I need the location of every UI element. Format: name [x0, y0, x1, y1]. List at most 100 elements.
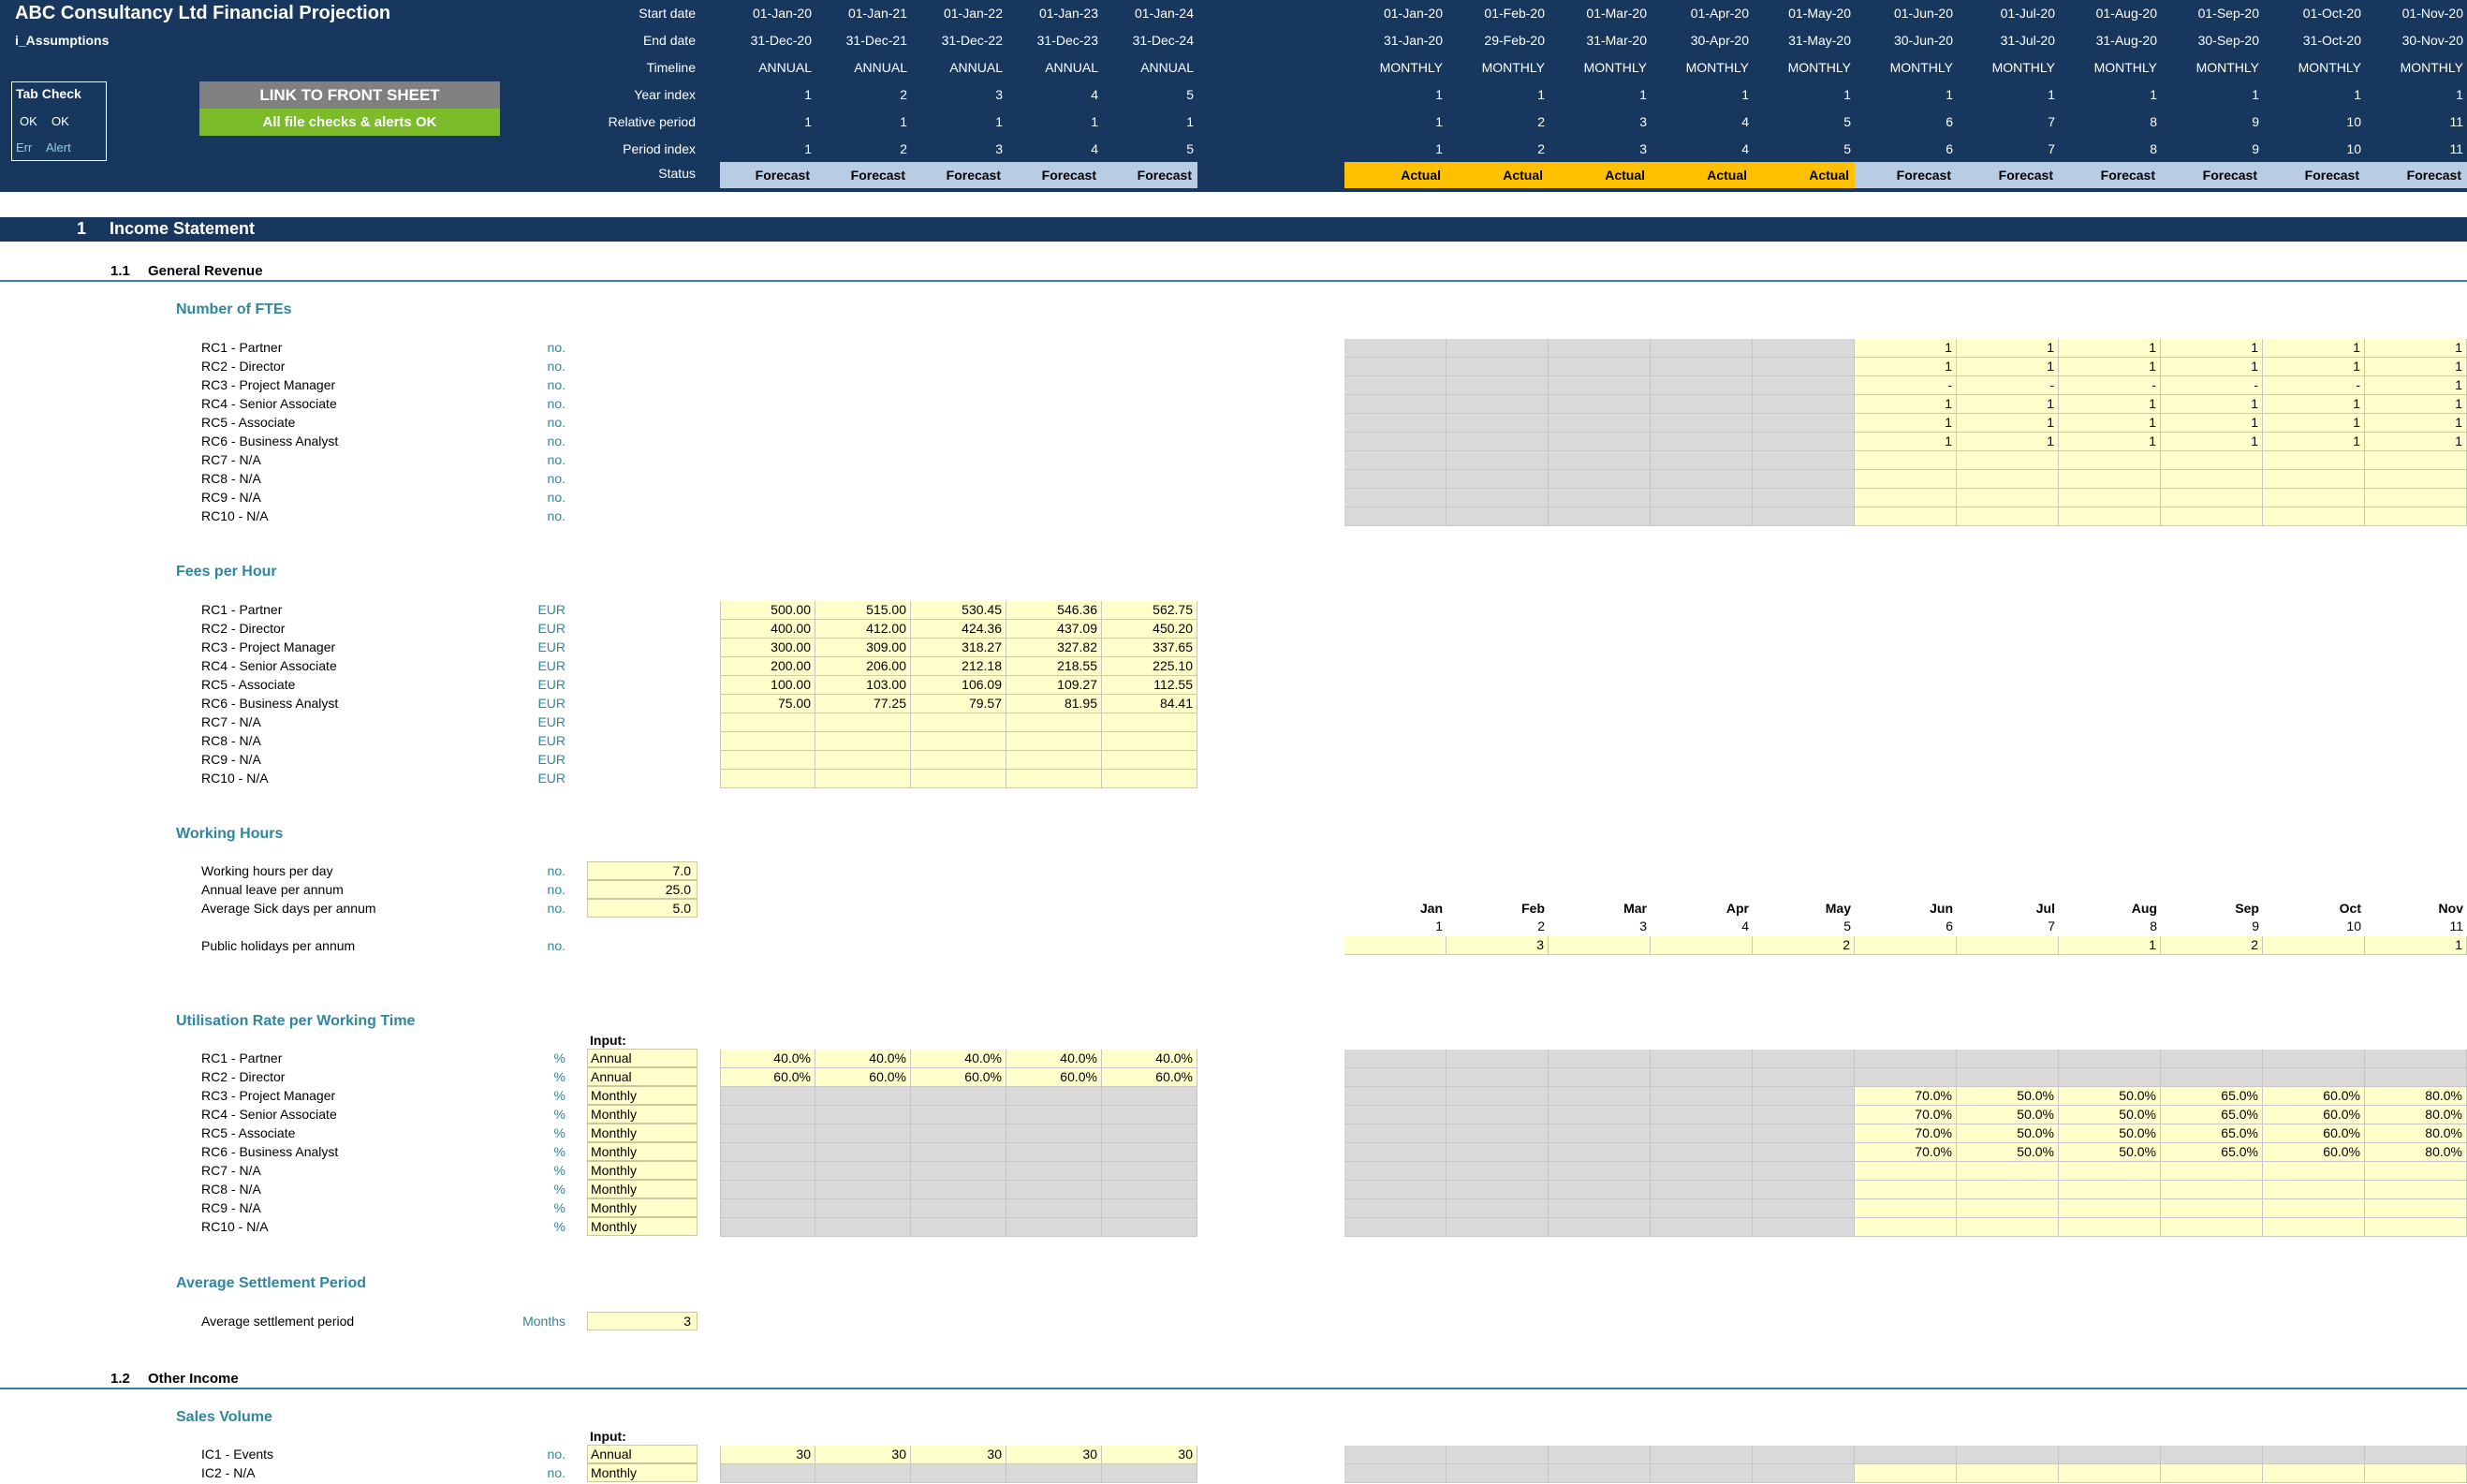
util-monthly-cell[interactable]: 50.0% — [2059, 1143, 2161, 1162]
fee-input-cell[interactable] — [911, 770, 1006, 788]
fte-input-cell[interactable] — [2263, 507, 2365, 526]
util-monthly-cell[interactable]: 70.0% — [1855, 1143, 1957, 1162]
util-annual-cell[interactable]: 60.0% — [1102, 1068, 1197, 1087]
util-monthly-cell[interactable]: 60.0% — [2263, 1124, 2365, 1143]
fte-input-cell[interactable]: 1 — [2263, 395, 2365, 414]
fee-input-cell[interactable]: 106.09 — [911, 676, 1006, 695]
util-monthly-cell[interactable] — [2365, 1218, 2467, 1237]
fte-input-cell[interactable]: 1 — [2059, 395, 2161, 414]
fte-input-cell[interactable] — [1855, 451, 1957, 470]
util-monthly-cell[interactable] — [2161, 1199, 2263, 1218]
fte-input-cell[interactable]: 1 — [2161, 358, 2263, 376]
fte-input-cell[interactable] — [2365, 470, 2467, 489]
fte-input-cell[interactable] — [1957, 507, 2059, 526]
fte-input-cell[interactable]: 1 — [1855, 358, 1957, 376]
util-monthly-cell[interactable] — [1957, 1199, 2059, 1218]
fte-input-cell[interactable]: 1 — [1855, 433, 1957, 451]
fee-input-cell[interactable] — [1102, 713, 1197, 732]
fte-input-cell[interactable]: 1 — [2365, 414, 2467, 433]
fte-input-cell[interactable]: 1 — [2161, 433, 2263, 451]
util-monthly-cell[interactable]: 80.0% — [2365, 1143, 2467, 1162]
sales-input-type[interactable]: Monthly — [587, 1463, 698, 1482]
util-monthly-cell[interactable]: 50.0% — [2059, 1124, 2161, 1143]
fee-input-cell[interactable]: 530.45 — [911, 601, 1006, 620]
public-holiday-cell[interactable]: 1 — [2365, 936, 2467, 955]
util-monthly-cell[interactable]: 65.0% — [2161, 1143, 2263, 1162]
util-annual-cell[interactable]: 60.0% — [720, 1068, 815, 1087]
fee-input-cell[interactable] — [1006, 713, 1102, 732]
fee-input-cell[interactable]: 77.25 — [815, 695, 911, 713]
fte-input-cell[interactable]: 1 — [2263, 414, 2365, 433]
fte-input-cell[interactable] — [2263, 489, 2365, 507]
public-holiday-cell[interactable]: 2 — [2161, 936, 2263, 955]
util-monthly-cell[interactable] — [2365, 1162, 2467, 1181]
fee-input-cell[interactable]: 562.75 — [1102, 601, 1197, 620]
fte-input-cell[interactable]: 1 — [2263, 433, 2365, 451]
fte-input-cell[interactable] — [2161, 451, 2263, 470]
fee-input-cell[interactable]: 424.36 — [911, 620, 1006, 639]
fee-input-cell[interactable]: 309.00 — [815, 639, 911, 657]
fee-input-cell[interactable]: 515.00 — [815, 601, 911, 620]
util-input-type[interactable]: Monthly — [587, 1142, 698, 1161]
util-monthly-cell[interactable] — [1957, 1218, 2059, 1237]
fee-input-cell[interactable] — [720, 713, 815, 732]
util-monthly-cell[interactable]: 50.0% — [1957, 1087, 2059, 1106]
fte-input-cell[interactable] — [2059, 451, 2161, 470]
fee-input-cell[interactable] — [1102, 751, 1197, 770]
fee-input-cell[interactable]: 79.57 — [911, 695, 1006, 713]
util-monthly-cell[interactable] — [2161, 1218, 2263, 1237]
fee-input-cell[interactable]: 81.95 — [1006, 695, 1102, 713]
sales-annual-cell[interactable]: 30 — [1102, 1446, 1197, 1464]
fee-input-cell[interactable]: 84.41 — [1102, 695, 1197, 713]
fte-input-cell[interactable]: 1 — [2365, 376, 2467, 395]
util-monthly-cell[interactable] — [1957, 1181, 2059, 1199]
util-input-type[interactable]: Monthly — [587, 1180, 698, 1198]
sales-annual-cell[interactable]: 30 — [815, 1446, 911, 1464]
util-monthly-cell[interactable] — [2263, 1218, 2365, 1237]
fte-input-cell[interactable]: 1 — [2365, 358, 2467, 376]
fte-input-cell[interactable]: 1 — [1855, 414, 1957, 433]
fte-input-cell[interactable]: 1 — [2263, 339, 2365, 358]
util-annual-cell[interactable]: 40.0% — [720, 1050, 815, 1068]
fte-input-cell[interactable] — [1957, 470, 2059, 489]
fee-input-cell[interactable]: 400.00 — [720, 620, 815, 639]
fee-input-cell[interactable] — [1102, 732, 1197, 751]
util-monthly-cell[interactable] — [2263, 1162, 2365, 1181]
fte-input-cell[interactable] — [2161, 507, 2263, 526]
fee-input-cell[interactable] — [1006, 770, 1102, 788]
settlement-input[interactable]: 3 — [587, 1312, 698, 1330]
fte-input-cell[interactable]: - — [2263, 376, 2365, 395]
fee-input-cell[interactable] — [1006, 732, 1102, 751]
sales-input-type[interactable]: Annual — [587, 1445, 698, 1463]
fte-input-cell[interactable] — [1855, 507, 1957, 526]
util-monthly-cell[interactable] — [2263, 1199, 2365, 1218]
sales-monthly-cell[interactable] — [1957, 1464, 2059, 1483]
fte-input-cell[interactable]: - — [2059, 376, 2161, 395]
util-annual-cell[interactable]: 40.0% — [815, 1050, 911, 1068]
fee-input-cell[interactable]: 206.00 — [815, 657, 911, 676]
sales-monthly-cell[interactable] — [2059, 1464, 2161, 1483]
util-monthly-cell[interactable] — [1855, 1218, 1957, 1237]
util-monthly-cell[interactable]: 65.0% — [2161, 1106, 2263, 1124]
fee-input-cell[interactable]: 100.00 — [720, 676, 815, 695]
fte-input-cell[interactable]: 1 — [2059, 433, 2161, 451]
util-monthly-cell[interactable] — [1855, 1181, 1957, 1199]
util-monthly-cell[interactable] — [2365, 1181, 2467, 1199]
fee-input-cell[interactable]: 212.18 — [911, 657, 1006, 676]
util-monthly-cell[interactable]: 80.0% — [2365, 1124, 2467, 1143]
fte-input-cell[interactable]: 1 — [2161, 339, 2263, 358]
fee-input-cell[interactable]: 218.55 — [1006, 657, 1102, 676]
fee-input-cell[interactable] — [720, 732, 815, 751]
fee-input-cell[interactable] — [911, 713, 1006, 732]
fte-input-cell[interactable]: - — [1957, 376, 2059, 395]
fte-input-cell[interactable] — [2365, 489, 2467, 507]
working-input[interactable]: 7.0 — [587, 861, 698, 880]
public-holiday-cell[interactable] — [1651, 936, 1753, 955]
fee-input-cell[interactable] — [720, 751, 815, 770]
fte-input-cell[interactable] — [1855, 489, 1957, 507]
fte-input-cell[interactable] — [2161, 489, 2263, 507]
fte-input-cell[interactable]: 1 — [2161, 395, 2263, 414]
public-holiday-cell[interactable] — [1344, 936, 1446, 955]
util-monthly-cell[interactable] — [2059, 1218, 2161, 1237]
util-input-type[interactable]: Annual — [587, 1067, 698, 1086]
